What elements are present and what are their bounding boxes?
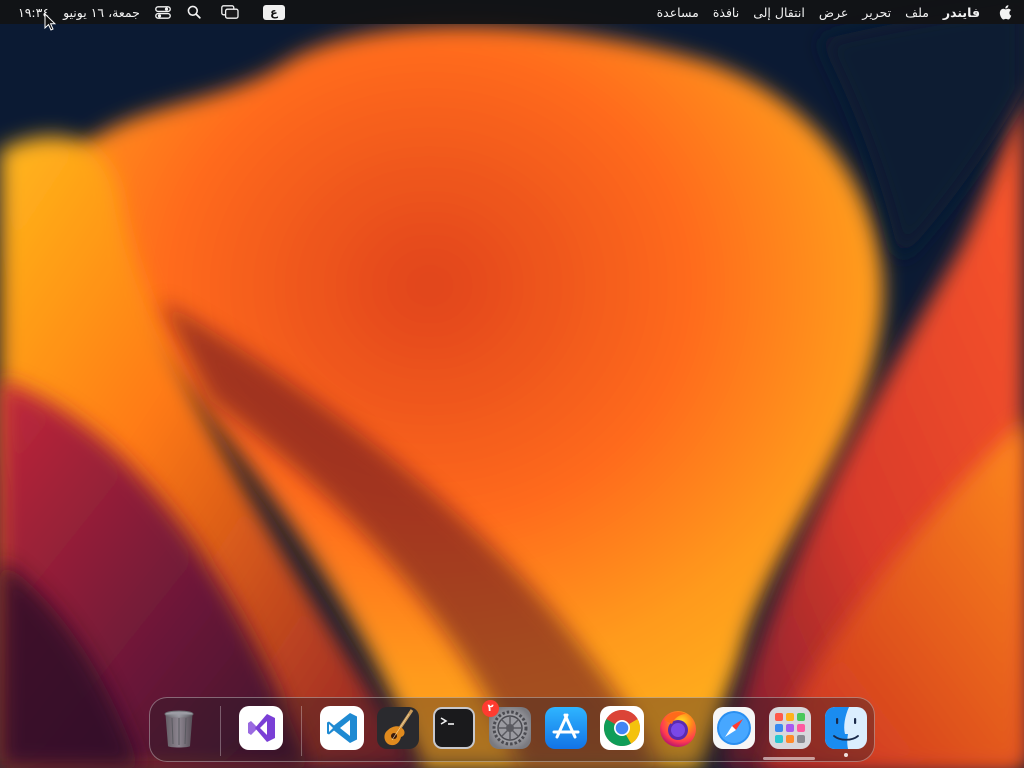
trash-icon[interactable] — [157, 706, 201, 750]
launchpad-icon[interactable] — [768, 706, 812, 750]
menu-file[interactable]: ملف — [898, 0, 936, 24]
menu-go[interactable]: انتقال إلى — [746, 0, 812, 24]
dock-scroll-indicator — [763, 757, 815, 760]
dock-separator — [301, 706, 302, 756]
input-language-label: ع — [262, 4, 285, 20]
input-language-icon[interactable]: ع — [251, 0, 297, 24]
desktop-wallpaper — [0, 0, 1024, 768]
guitar-icon[interactable] — [376, 706, 420, 750]
app-store-icon[interactable] — [544, 706, 588, 750]
gear-icon[interactable]: ٢ — [482, 700, 532, 750]
chrome-icon[interactable] — [600, 706, 644, 750]
vscode-icon[interactable] — [320, 706, 364, 750]
menu-edit[interactable]: تحرير — [855, 0, 898, 24]
clock-date[interactable]: جمعة، ١٦ يونيو — [56, 0, 147, 24]
menu-bar-menus: فايندر ملف تحرير عرض انتقال إلى نافذة مس… — [650, 0, 1024, 24]
control-center-icon[interactable] — [147, 0, 179, 24]
dock-separator — [220, 706, 221, 756]
terminal-icon[interactable] — [432, 706, 476, 750]
menu-app-name[interactable]: فايندر — [936, 0, 987, 24]
apple-logo-icon[interactable] — [987, 0, 1024, 24]
safari-icon[interactable] — [712, 706, 756, 750]
menu-view[interactable]: عرض — [812, 0, 855, 24]
menu-help[interactable]: مساعدة — [650, 0, 706, 24]
dock: ٢ — [149, 697, 875, 762]
menu-bar: فايندر ملف تحرير عرض انتقال إلى نافذة مس… — [0, 0, 1024, 24]
finder-icon[interactable] — [824, 706, 868, 757]
spotlight-search-icon[interactable] — [179, 0, 209, 24]
mouse-pointer-icon — [44, 12, 57, 35]
menu-window[interactable]: نافذة — [706, 0, 746, 24]
notification-badge: ٢ — [482, 700, 499, 717]
window-switcher-icon[interactable] — [209, 0, 251, 24]
visual-studio-icon[interactable] — [239, 706, 283, 750]
running-indicator — [844, 753, 848, 757]
firefox-icon[interactable] — [656, 706, 700, 750]
